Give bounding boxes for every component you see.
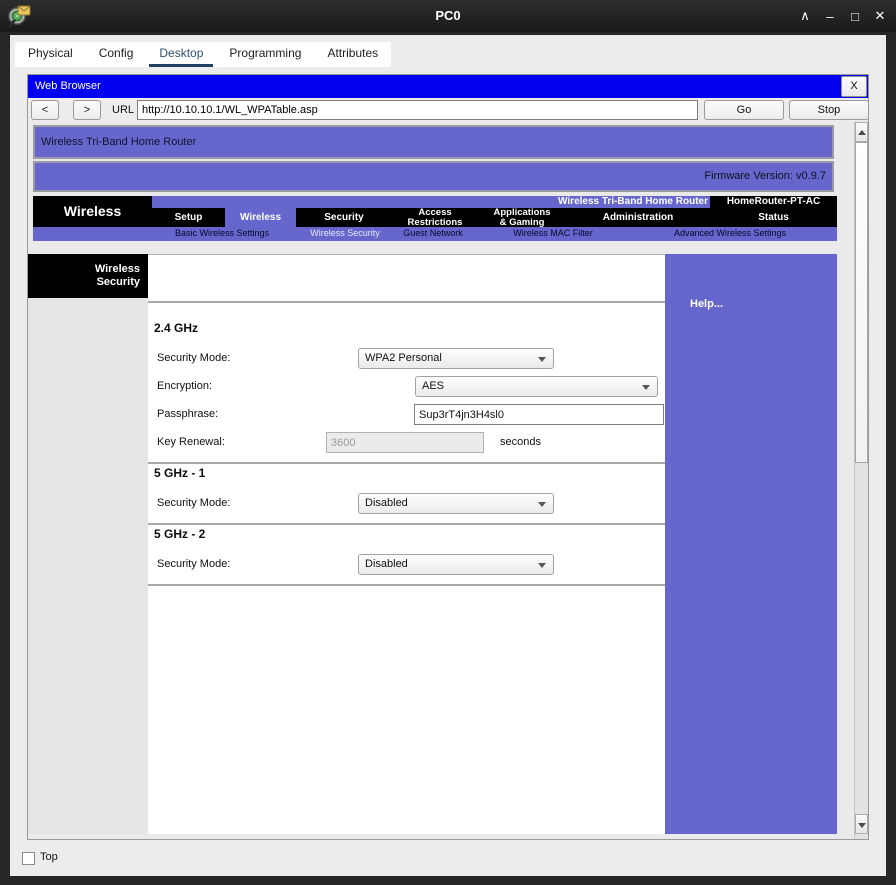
encryption-label: Encryption: — [157, 380, 212, 392]
firmware-version: Firmware Version: v0.9.7 — [704, 163, 826, 190]
help-link[interactable]: Help... — [690, 298, 723, 310]
stop-button[interactable]: Stop — [789, 100, 869, 120]
menu-security[interactable]: Security — [296, 208, 392, 227]
sidebar-section-title: Wireless Security — [28, 254, 148, 298]
url-label: URL — [112, 100, 134, 120]
submenu-basic-wireless-settings[interactable]: Basic Wireless Settings — [175, 227, 269, 241]
menu-applications-gaming[interactable]: Applications & Gaming — [478, 208, 566, 227]
section-heading-5ghz2: 5 GHz - 2 — [154, 527, 205, 541]
back-button[interactable]: < — [31, 100, 59, 120]
maximize-button[interactable]: □ — [847, 9, 863, 24]
forward-button[interactable]: > — [73, 100, 101, 120]
submenu-guest-network[interactable]: Guest Network — [403, 227, 463, 241]
security-mode-24-select[interactable]: WPA2 Personal — [358, 348, 554, 369]
nav-device-name: HomeRouter-PT-AC — [710, 196, 837, 208]
top-checkbox[interactable] — [22, 852, 35, 865]
top-checkbox-label: Top — [40, 851, 58, 863]
menu-line: & Gaming — [478, 218, 566, 228]
menu-access-restrictions[interactable]: Access Restrictions — [392, 208, 478, 227]
security-mode-52-value: Disabled — [365, 558, 408, 570]
scrollbar-thumb[interactable] — [855, 142, 868, 463]
passphrase-label: Passphrase: — [157, 408, 218, 420]
section-heading-5ghz1: 5 GHz - 1 — [154, 466, 205, 480]
go-button[interactable]: Go — [704, 100, 784, 120]
browser-titlebar: Web Browser X — [28, 75, 868, 98]
menu-setup[interactable]: Setup — [152, 208, 225, 227]
browser-viewport: Wireless Tri-Band Home Router Firmware V… — [28, 122, 868, 839]
web-browser-window: Web Browser X < > URL Go Stop Wireless T… — [27, 74, 869, 840]
scroll-up-button[interactable] — [855, 122, 868, 142]
nav-section-title: Wireless — [33, 196, 152, 227]
minimize-button[interactable]: – — [822, 9, 838, 24]
tab-attributes[interactable]: Attributes — [314, 42, 391, 67]
security-mode-24-label: Security Mode: — [157, 352, 230, 364]
menu-status[interactable]: Status — [710, 208, 837, 227]
browser-close-button[interactable]: X — [841, 76, 867, 97]
security-mode-52-select[interactable]: Disabled — [358, 554, 554, 575]
arrow-up-icon — [858, 130, 866, 135]
chevron-down-icon — [538, 502, 546, 507]
settings-form-area: 2.4 GHz Security Mode: WPA2 Personal Enc… — [148, 254, 665, 834]
router-page: Wireless Tri-Band Home Router Firmware V… — [28, 122, 855, 839]
scroll-down-button[interactable] — [855, 814, 868, 834]
key-renewal-suffix: seconds — [500, 436, 541, 448]
security-mode-51-value: Disabled — [365, 497, 408, 509]
nav-menu-row: Setup Wireless Security Access Restricti… — [152, 208, 837, 227]
vertical-scrollbar[interactable] — [854, 122, 868, 839]
menu-line: Access — [392, 208, 478, 218]
window-titlebar: PC0 ∧ – □ ✕ — [0, 0, 896, 32]
help-panel: Help... — [665, 254, 837, 834]
tab-programming[interactable]: Programming — [216, 42, 314, 67]
encryption-value: AES — [422, 380, 444, 392]
browser-toolbar: < > URL Go Stop — [28, 98, 868, 122]
url-input[interactable] — [137, 100, 698, 120]
page-sidebar: Wireless Security — [28, 254, 148, 834]
nav-submenu-row: Basic Wireless Settings Wireless Securit… — [33, 227, 837, 241]
key-renewal-input — [326, 432, 484, 453]
passphrase-input[interactable] — [414, 404, 664, 425]
tab-desktop[interactable]: Desktop — [146, 42, 216, 67]
tab-physical[interactable]: Physical — [15, 42, 86, 67]
close-button[interactable]: ✕ — [872, 8, 888, 24]
security-mode-24-value: WPA2 Personal — [365, 352, 442, 364]
divider — [148, 301, 665, 303]
arrow-down-icon — [858, 823, 866, 828]
window-title: PC0 — [0, 0, 896, 32]
security-mode-52-label: Security Mode: — [157, 558, 230, 570]
security-mode-51-label: Security Mode: — [157, 497, 230, 509]
banner-title-box: Wireless Tri-Band Home Router — [33, 125, 834, 159]
divider — [148, 523, 665, 525]
banner-firmware-box: Firmware Version: v0.9.7 — [33, 161, 834, 192]
menu-wireless[interactable]: Wireless — [225, 208, 296, 227]
device-tabbar: Physical Config Desktop Programming Attr… — [15, 42, 391, 67]
chevron-down-icon — [538, 357, 546, 362]
key-renewal-label: Key Renewal: — [157, 436, 225, 448]
browser-title: Web Browser — [28, 75, 868, 98]
menu-administration[interactable]: Administration — [566, 208, 710, 227]
chevron-down-icon — [642, 385, 650, 390]
menu-line: Applications — [478, 208, 566, 218]
submenu-wireless-security[interactable]: Wireless Security — [310, 227, 380, 241]
tab-config[interactable]: Config — [86, 42, 147, 67]
submenu-wireless-mac-filter[interactable]: Wireless MAC Filter — [513, 227, 593, 241]
router-banner: Wireless Tri-Band Home Router Firmware V… — [33, 125, 834, 192]
router-nav: Wireless Wireless Tri-Band Home Router H… — [33, 196, 837, 241]
encryption-select[interactable]: AES — [415, 376, 658, 397]
security-mode-51-select[interactable]: Disabled — [358, 493, 554, 514]
sidebar-title-line: Wireless — [95, 263, 140, 275]
device-panel: Physical Config Desktop Programming Attr… — [10, 35, 886, 876]
divider — [148, 584, 665, 586]
menu-line: Restrictions — [392, 218, 478, 228]
submenu-advanced-wireless-settings[interactable]: Advanced Wireless Settings — [674, 227, 786, 241]
divider — [148, 462, 665, 464]
sidebar-title-line: Security — [97, 276, 140, 288]
section-heading-24ghz: 2.4 GHz — [154, 321, 198, 335]
chevron-down-icon — [538, 563, 546, 568]
nav-router-model: Wireless Tri-Band Home Router — [558, 196, 708, 208]
banner-title: Wireless Tri-Band Home Router — [41, 127, 196, 157]
shade-button[interactable]: ∧ — [797, 8, 813, 24]
